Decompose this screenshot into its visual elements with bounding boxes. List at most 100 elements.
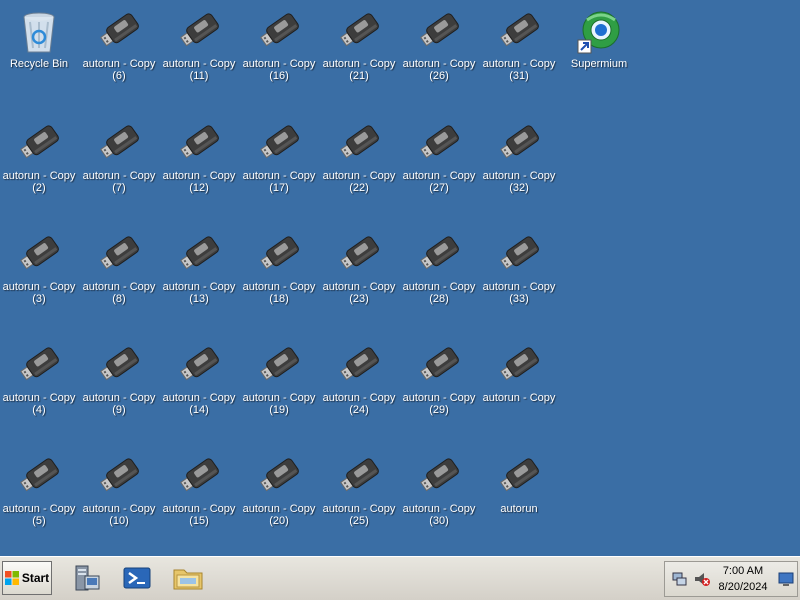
desktop-icon-label: autorun - Copy (3)	[2, 281, 76, 305]
desktop-icon-label: autorun - Copy (27)	[402, 170, 476, 194]
usb-drive-icon	[500, 125, 539, 159]
desktop-icon[interactable]: autorun - Copy (22)	[320, 114, 398, 214]
usb-drive-icon	[500, 13, 539, 47]
clock-time[interactable]: 7:00 AM	[705, 565, 781, 577]
desktop-icon[interactable]: autorun - Copy (20)	[240, 447, 318, 547]
desktop-icon[interactable]: autorun - Copy (10)	[80, 447, 158, 547]
desktop-icon[interactable]: autorun	[480, 447, 558, 547]
desktop-icon[interactable]: autorun - Copy (29)	[400, 336, 478, 436]
desktop-icon-label: autorun - Copy (10)	[82, 503, 156, 527]
desktop-icon-label: autorun - Copy (33)	[482, 281, 556, 305]
usb-drive-icon	[260, 458, 299, 492]
network-icon[interactable]	[671, 570, 689, 588]
start-label: Start	[21, 571, 50, 585]
usb-drive-icon	[340, 458, 379, 492]
usb-drive-icon	[340, 347, 379, 381]
desktop-icon[interactable]: autorun - Copy	[480, 336, 558, 436]
usb-drive-icon	[340, 236, 379, 270]
explorer-folder-icon[interactable]	[172, 562, 204, 594]
desktop-icon-label: autorun - Copy (23)	[322, 281, 396, 305]
usb-drive-icon	[420, 458, 459, 492]
usb-drive-icon	[100, 458, 139, 492]
desktop-icon[interactable]: autorun - Copy (26)	[400, 2, 478, 102]
desktop-icon[interactable]: autorun - Copy (24)	[320, 336, 398, 436]
desktop-icon-label: autorun - Copy (20)	[242, 503, 316, 527]
taskbar: Start 7:00 AM 8/20/2024	[0, 556, 800, 600]
usb-drive-icon	[100, 13, 139, 47]
usb-drive-icon	[420, 347, 459, 381]
desktop-icon-label: autorun - Copy (2)	[2, 170, 76, 194]
desktop-icon[interactable]: autorun - Copy (30)	[400, 447, 478, 547]
start-button[interactable]: Start	[2, 561, 52, 595]
usb-drive-icon	[100, 125, 139, 159]
desktop-icon-label: autorun - Copy (14)	[162, 392, 236, 416]
usb-drive-icon	[500, 347, 539, 381]
server-manager-icon[interactable]	[70, 562, 102, 594]
clock-date[interactable]: 8/20/2024	[705, 581, 781, 593]
desktop-icon-label: autorun - Copy (24)	[322, 392, 396, 416]
desktop-icon-label: autorun - Copy (30)	[402, 503, 476, 527]
desktop-icon[interactable]: autorun - Copy (14)	[160, 336, 238, 436]
usb-drive-icon	[20, 347, 59, 381]
usb-drive-icon	[100, 236, 139, 270]
desktop-icon[interactable]: autorun - Copy (21)	[320, 2, 398, 102]
desktop-icon[interactable]: autorun - Copy (27)	[400, 114, 478, 214]
desktop-icon-label: autorun - Copy (28)	[402, 281, 476, 305]
usb-drive-icon	[180, 13, 219, 47]
desktop-icon[interactable]: autorun - Copy (3)	[0, 225, 78, 325]
desktop-icon[interactable]: autorun - Copy (16)	[240, 2, 318, 102]
desktop-icon[interactable]: Recycle Bin	[0, 2, 78, 102]
desktop-icon[interactable]: autorun - Copy (17)	[240, 114, 318, 214]
desktop-icon[interactable]: Supermium	[560, 2, 638, 102]
desktop-icon-label: Supermium	[570, 58, 628, 70]
desktop-icon-label: autorun - Copy (19)	[242, 392, 316, 416]
usb-drive-icon	[260, 13, 299, 47]
desktop-icon[interactable]: autorun - Copy (13)	[160, 225, 238, 325]
usb-drive-icon	[500, 458, 539, 492]
usb-drive-icon	[180, 347, 219, 381]
powershell-icon[interactable]	[121, 562, 153, 594]
desktop-icon[interactable]: autorun - Copy (2)	[0, 114, 78, 214]
usb-drive-icon	[180, 458, 219, 492]
desktop-icon-label: autorun - Copy (5)	[2, 503, 76, 527]
supermium-icon	[577, 11, 620, 54]
desktop-icon-label: autorun - Copy (17)	[242, 170, 316, 194]
desktop-icon-label: autorun - Copy (16)	[242, 58, 316, 82]
desktop-icon[interactable]: autorun - Copy (19)	[240, 336, 318, 436]
desktop-icon[interactable]: autorun - Copy (25)	[320, 447, 398, 547]
desktop-icon-label: autorun - Copy	[482, 392, 556, 404]
desktop-icon[interactable]: autorun - Copy (31)	[480, 2, 558, 102]
usb-drive-icon	[20, 236, 59, 270]
desktop-icon[interactable]: autorun - Copy (11)	[160, 2, 238, 102]
desktop-icon-label: autorun - Copy (26)	[402, 58, 476, 82]
desktop-icon[interactable]: autorun - Copy (4)	[0, 336, 78, 436]
desktop-icon-label: autorun - Copy (15)	[162, 503, 236, 527]
desktop-icon-label: autorun - Copy (32)	[482, 170, 556, 194]
desktop-icon[interactable]: autorun - Copy (33)	[480, 225, 558, 325]
desktop-icon[interactable]: autorun - Copy (5)	[0, 447, 78, 547]
usb-drive-icon	[260, 125, 299, 159]
desktop-icon[interactable]: autorun - Copy (15)	[160, 447, 238, 547]
desktop-icon[interactable]: autorun - Copy (23)	[320, 225, 398, 325]
usb-drive-icon	[20, 458, 59, 492]
desktop-icon[interactable]: autorun - Copy (12)	[160, 114, 238, 214]
desktop-icon-label: autorun - Copy (4)	[2, 392, 76, 416]
usb-drive-icon	[180, 125, 219, 159]
desktop-icon-label: autorun - Copy (31)	[482, 58, 556, 82]
usb-drive-icon	[420, 125, 459, 159]
windows-logo-icon	[4, 571, 19, 585]
desktop-icon[interactable]: autorun - Copy (8)	[80, 225, 158, 325]
usb-drive-icon	[420, 13, 459, 47]
desktop-icon[interactable]: autorun - Copy (28)	[400, 225, 478, 325]
show-desktop-icon[interactable]	[777, 570, 795, 588]
desktop-icon[interactable]: autorun - Copy (9)	[80, 336, 158, 436]
usb-drive-icon	[420, 236, 459, 270]
desktop-icon-label: autorun - Copy (12)	[162, 170, 236, 194]
desktop-icon[interactable]: autorun - Copy (18)	[240, 225, 318, 325]
desktop-icon-label: autorun - Copy (8)	[82, 281, 156, 305]
desktop-icon-label: autorun - Copy (29)	[402, 392, 476, 416]
desktop-icon[interactable]: autorun - Copy (6)	[80, 2, 158, 102]
desktop-icon[interactable]: autorun - Copy (32)	[480, 114, 558, 214]
desktop-icon[interactable]: autorun - Copy (7)	[80, 114, 158, 214]
desktop-icon-label: autorun - Copy (21)	[322, 58, 396, 82]
